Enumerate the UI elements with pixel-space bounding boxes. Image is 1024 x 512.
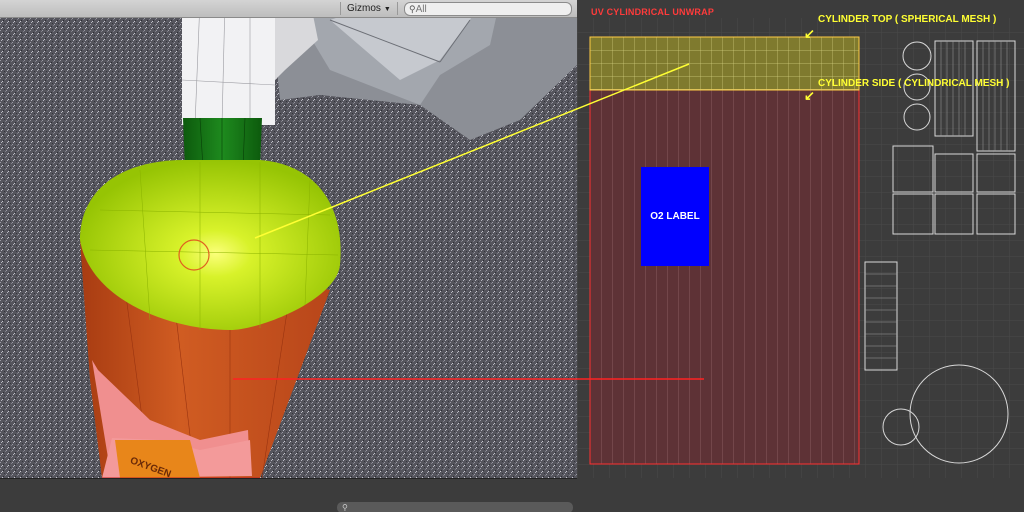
bottom-panel: ⚲ [0,478,577,512]
arrow-down-icon: ↙ [804,26,815,41]
scene-render: OXYGEN [0,0,577,512]
search-icon: ⚲ [342,503,348,512]
hierarchy-search-input[interactable]: ⚲All [404,2,572,16]
cylinder-top-annotation: CYLINDER TOP ( SPHERICAL MESH ) [818,14,997,25]
uv-editor-panel: UV CYLINDRICAL UNWRAP CYLINDER TOP ( SPH… [577,0,1024,512]
uv-panel-title: UV CYLINDRICAL UNWRAP [591,7,715,17]
chevron-down-icon: ▼ [383,6,391,13]
search-placeholder: All [415,4,427,15]
bottom-search-input[interactable]: ⚲ [337,502,573,512]
scene-toolbar: Gizmos ▼ ⚲All [0,0,577,18]
gizmos-label: Gizmos [347,3,381,14]
scene-viewport[interactable]: OXYGEN Gizmos ▼ ⚲All ⚲ [0,0,577,512]
cylinder-side-annotation: CYLINDER SIDE ( CYLINDRICAL MESH ) [818,78,1010,89]
gizmos-dropdown[interactable]: Gizmos ▼ [340,2,398,15]
search-icon: ⚲ [409,4,416,14]
arrow-down-icon: ↙ [804,88,815,103]
o2-label-uv-island: O2 LABEL [641,167,709,266]
